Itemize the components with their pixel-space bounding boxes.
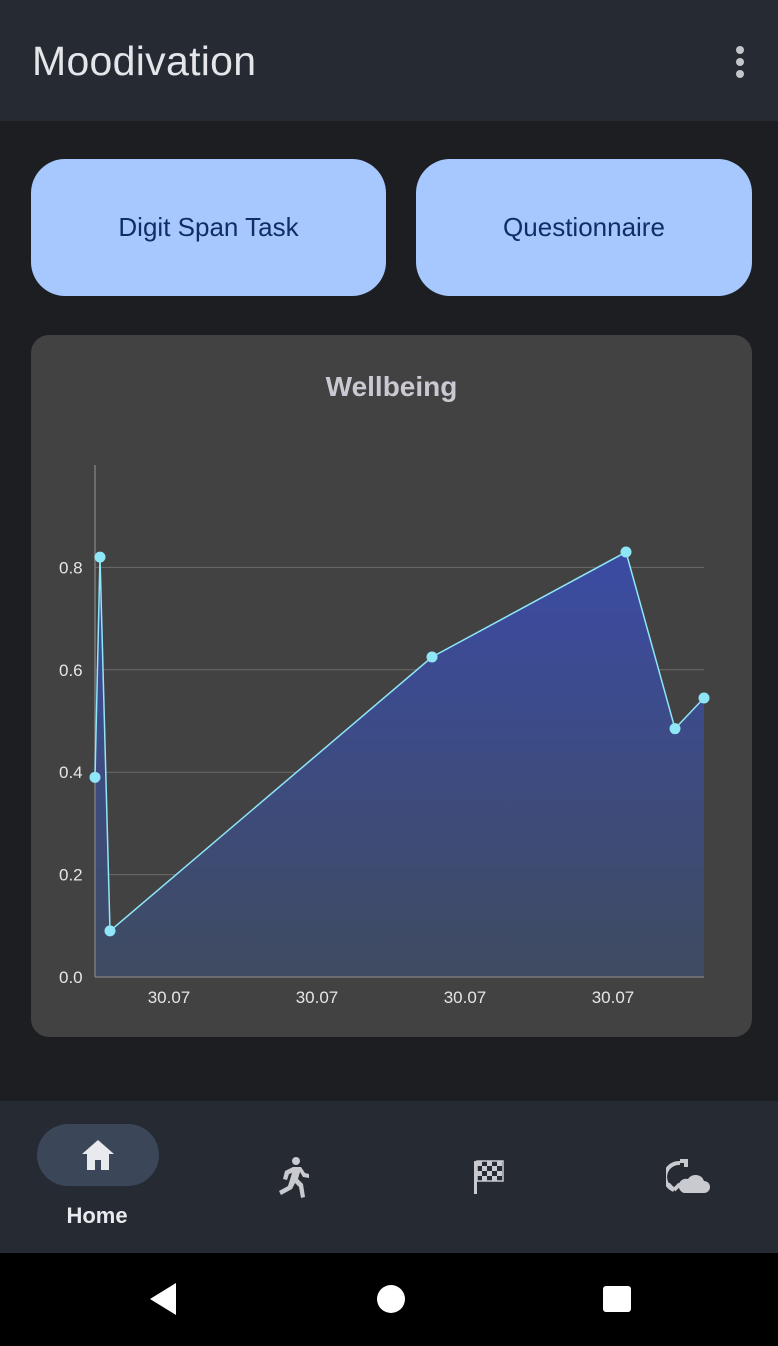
questionnaire-button[interactable]: Questionnaire (416, 159, 752, 296)
more-vert-icon[interactable] (720, 40, 760, 84)
home-circle-icon[interactable] (376, 1284, 406, 1314)
bottom-navigation: Home (0, 1101, 778, 1253)
y-tick-label: 0.0 (59, 968, 83, 987)
y-tick-label: 0.4 (59, 763, 83, 782)
home-icon (82, 1140, 114, 1170)
back-icon[interactable] (148, 1281, 178, 1317)
data-point (104, 925, 116, 937)
y-tick-label: 0.8 (59, 558, 83, 577)
nav-item-goals[interactable] (388, 1101, 582, 1253)
nav-item-sync[interactable] (582, 1101, 776, 1253)
wellbeing-chart-card: Wellbeing 0.0 0.2 0.4 0.6 0.8 30.07 30.07 30.07… (31, 335, 752, 1037)
y-tick-label: 0.2 (59, 866, 83, 885)
system-navigation-bar (0, 1253, 778, 1346)
app-bar: Moodivation (0, 0, 778, 121)
x-tick-label: 30.07 (444, 988, 487, 1007)
data-point (698, 692, 710, 704)
checkered-flag-icon (474, 1160, 504, 1194)
data-point (89, 771, 101, 783)
data-point (620, 546, 632, 558)
x-tick-label: 30.07 (148, 988, 191, 1007)
area-fill (95, 552, 704, 977)
wellbeing-chart[interactable]: 0.0 0.2 0.4 0.6 0.8 30.07 30.07 30.07 30.07 (31, 335, 752, 1037)
cloud-sync-icon (666, 1159, 710, 1193)
nav-item-home[interactable]: Home (0, 1101, 194, 1253)
data-point (426, 651, 438, 663)
recents-square-icon[interactable] (602, 1285, 632, 1313)
nav-label-home: Home (66, 1203, 128, 1228)
app-title: Moodivation (32, 38, 257, 84)
y-tick-label: 0.6 (59, 661, 83, 680)
x-tick-label: 30.07 (296, 988, 339, 1007)
digit-span-task-button[interactable]: Digit Span Task (31, 159, 386, 296)
data-point (669, 723, 681, 735)
running-icon (279, 1157, 309, 1198)
nav-item-activity[interactable] (194, 1101, 388, 1253)
x-tick-label: 30.07 (592, 988, 635, 1007)
data-point (94, 551, 106, 563)
